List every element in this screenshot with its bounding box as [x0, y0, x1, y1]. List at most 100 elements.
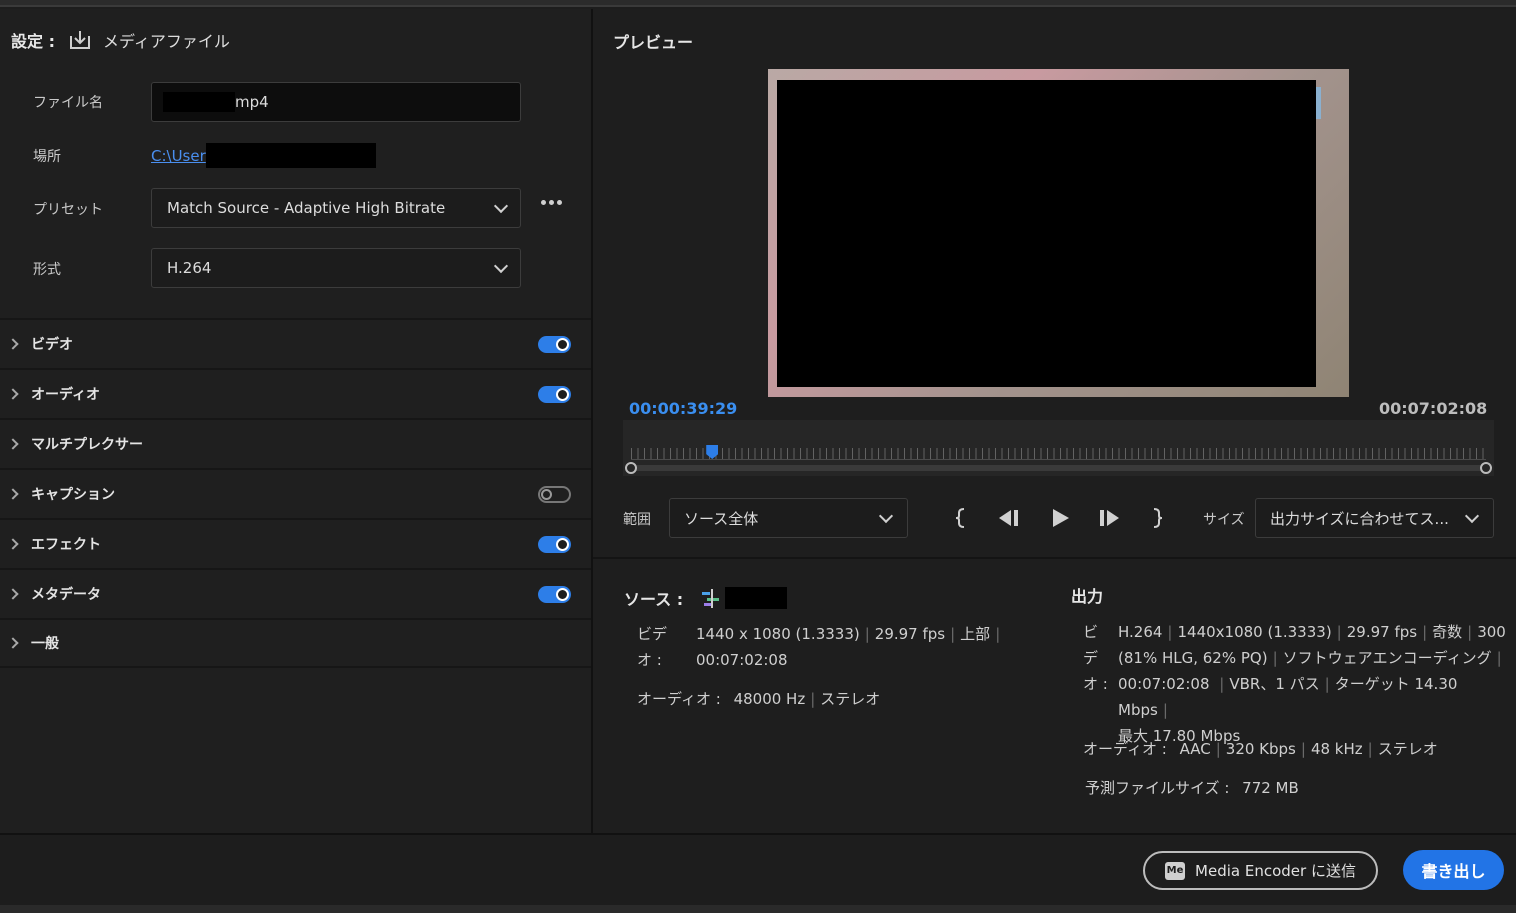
- source-resolution: 1440 x 1080 (1.3333): [696, 625, 860, 643]
- range-select[interactable]: ソース全体: [669, 498, 908, 538]
- source-audio-key: オーディオ :: [637, 690, 721, 708]
- send-to-media-encoder-button[interactable]: Me Media Encoder に送信: [1143, 851, 1378, 890]
- in-point-handle[interactable]: [625, 462, 637, 474]
- step-back-button[interactable]: [996, 506, 1022, 530]
- step-forward-button[interactable]: [1096, 506, 1122, 530]
- sequence-icon: [701, 588, 723, 608]
- set-out-point-button[interactable]: [1146, 506, 1168, 530]
- source-audio-row: オーディオ : 48000 Hz | ステレオ: [637, 690, 881, 708]
- output-video-line-2: (81% HLG, 62% PQ) | ソフトウェアエンコーディング |: [1118, 649, 1502, 667]
- output-sample-rate: 48 kHz: [1310, 740, 1363, 758]
- source-sample-rate: 48000 Hz: [733, 690, 806, 708]
- preset-select[interactable]: Match Source - Adaptive High Bitrate: [151, 188, 521, 228]
- settings-target[interactable]: メディアファイル: [103, 28, 230, 52]
- output-audio-key: オーディオ :: [1083, 740, 1167, 758]
- video-edge-detail: [1316, 87, 1321, 119]
- format-label: 形式: [33, 262, 61, 278]
- section-label: マルチプレクサー: [31, 437, 143, 453]
- set-in-point-button[interactable]: [950, 506, 972, 530]
- top-bar: [0, 0, 1516, 7]
- output-size-value: 772 MB: [1242, 779, 1299, 797]
- output-video-line-1: H.264 | 1440x1080 (1.3333) | 29.97 fps | 奇数 | 30…: [1118, 623, 1506, 641]
- source-video-key-2: オ :: [637, 651, 662, 669]
- output-video-line-3: 00:07:02:08 | VBR、1 パス | ターゲット 14.30 Mbps |: [1118, 675, 1458, 719]
- size-label: サイズ: [1203, 512, 1245, 528]
- source-field-order: 上部: [960, 625, 991, 643]
- preset-value: Match Source - Adaptive High Bitrate: [167, 199, 446, 217]
- output-encoding: ソフトウェアエンコーディング: [1282, 649, 1492, 667]
- timeline-scrubber[interactable]: [623, 420, 1494, 476]
- filename-label: ファイル名: [33, 95, 103, 111]
- section-label: メタデータ: [31, 587, 101, 603]
- bracket-left-icon: [955, 508, 965, 528]
- captions-toggle[interactable]: [538, 486, 571, 503]
- media-encoder-label: Media Encoder に送信: [1195, 862, 1356, 880]
- chevron-down-icon: [878, 508, 894, 523]
- out-point-handle[interactable]: [1480, 462, 1492, 474]
- chevron-right-icon: [7, 338, 19, 350]
- source-fps: 29.97 fps: [874, 625, 946, 643]
- section-label: キャプション: [31, 487, 115, 503]
- output-video-key: ビ デ オ :: [1083, 619, 1108, 697]
- timeline-ticks: [631, 448, 1486, 460]
- section-video[interactable]: ビデオ: [0, 318, 591, 368]
- step-forward-icon: [1100, 510, 1119, 526]
- output-field-order: 奇数: [1432, 623, 1463, 641]
- output-fps: 29.97 fps: [1346, 623, 1418, 641]
- download-icon: [69, 30, 91, 50]
- chevron-down-icon: [1464, 508, 1480, 523]
- audio-toggle[interactable]: [538, 386, 571, 403]
- chevron-down-icon: [493, 198, 509, 213]
- video-toggle[interactable]: [538, 336, 571, 353]
- output-video-key-3: オ :: [1083, 675, 1108, 693]
- section-multiplexer[interactable]: マルチプレクサー: [0, 418, 591, 468]
- output-video-values: H.264 | 1440x1080 (1.3333) | 29.97 fps | 奇数 | 30…: [1118, 619, 1516, 749]
- section-metadata[interactable]: メタデータ: [0, 568, 591, 618]
- output-audio-bitrate: 320 Kbps: [1225, 740, 1296, 758]
- range-value: ソース全体: [684, 509, 759, 528]
- settings-sections: ビデオ オーディオ マルチプレクサー キャプション エフェクト メタデータ 一般: [0, 318, 591, 668]
- redacted-location: [205, 143, 376, 168]
- play-button[interactable]: [1047, 506, 1073, 530]
- section-general[interactable]: 一般: [0, 618, 591, 668]
- section-label: ビデオ: [31, 337, 73, 353]
- section-effects[interactable]: エフェクト: [0, 518, 591, 568]
- step-back-icon: [999, 510, 1018, 526]
- output-duration: 00:07:02:08: [1118, 675, 1215, 693]
- preset-label: プリセット: [33, 202, 103, 218]
- settings-label: 設定 :: [11, 32, 55, 51]
- location-value: C:\User: [151, 146, 206, 165]
- filename-value: mp4: [235, 93, 269, 111]
- source-video-key-1: ビデ: [637, 625, 668, 643]
- source-summary-title: ソース :: [624, 586, 788, 610]
- end-timecode: 00:07:02:08: [1379, 399, 1488, 418]
- location-link[interactable]: C:\User: [151, 143, 376, 168]
- effects-toggle[interactable]: [538, 536, 571, 553]
- output-video-key-1: ビ: [1083, 623, 1099, 641]
- settings-header: 設定 : メディアファイル: [11, 28, 230, 52]
- source-duration: 00:07:02:08: [696, 651, 788, 669]
- source-channels: ステレオ: [820, 690, 881, 708]
- play-icon: [1053, 509, 1069, 527]
- format-select[interactable]: H.264: [151, 248, 521, 288]
- range-track[interactable]: [625, 462, 1492, 474]
- section-label: 一般: [31, 636, 59, 652]
- metadata-toggle[interactable]: [538, 586, 571, 603]
- current-timecode[interactable]: 00:00:39:29: [629, 399, 737, 418]
- size-select[interactable]: 出力サイズに合わせてス...: [1255, 498, 1494, 538]
- preview-title: プレビュー: [613, 33, 694, 52]
- source-video-key: ビデ オ :: [637, 621, 667, 673]
- filename-input[interactable]: mp4: [151, 82, 521, 122]
- more-options-icon[interactable]: [541, 200, 562, 205]
- export-button[interactable]: 書き出し: [1403, 850, 1504, 890]
- bracket-right-icon: [1153, 508, 1163, 528]
- chevron-right-icon: [7, 588, 19, 600]
- section-label: オーディオ: [31, 387, 101, 403]
- media-encoder-icon: Me: [1165, 861, 1186, 880]
- section-audio[interactable]: オーディオ: [0, 368, 591, 418]
- summary-divider: [593, 557, 1516, 559]
- chevron-right-icon: [7, 538, 19, 550]
- output-audio-row: オーディオ : AAC | 320 Kbps | 48 kHz | ステレオ: [1083, 740, 1438, 758]
- section-captions[interactable]: キャプション: [0, 468, 591, 518]
- output-nits: 300: [1477, 623, 1506, 641]
